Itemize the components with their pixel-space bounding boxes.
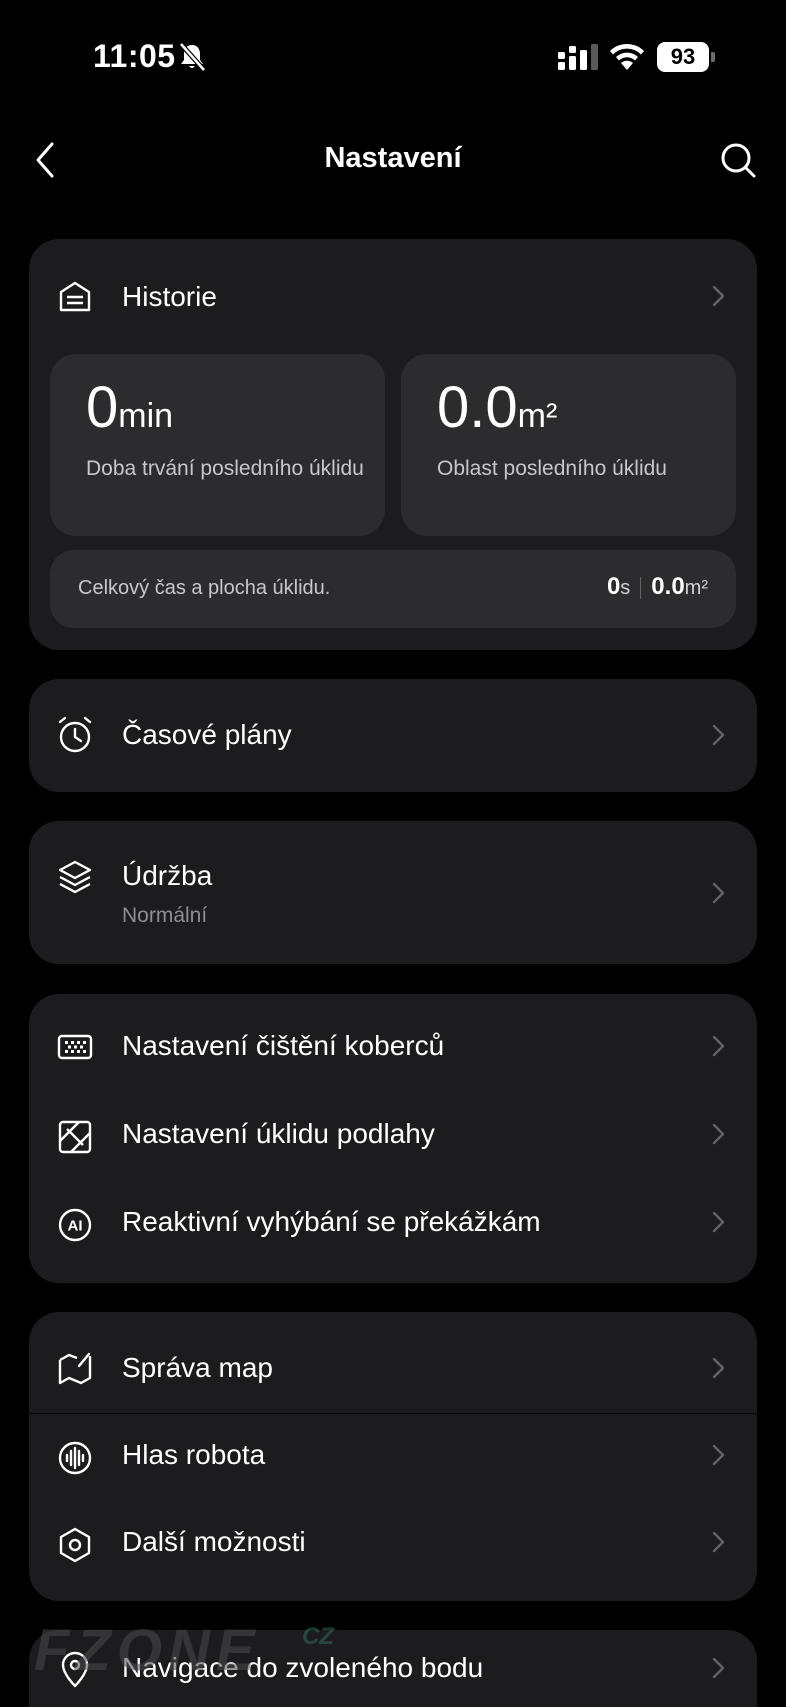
history-label: Historie bbox=[122, 281, 217, 312]
obstacle-avoidance-label: Reaktivní vyhýbání se překážkám bbox=[122, 1206, 541, 1237]
obstacle-avoidance-row[interactable]: AI Reaktivní vyhýbání se překážkám bbox=[29, 1182, 757, 1282]
chevron-right-icon bbox=[712, 1123, 725, 1145]
more-options-row[interactable]: Další možnosti bbox=[29, 1502, 757, 1601]
cellular-signal-icon bbox=[558, 44, 598, 70]
svg-text:CZ: CZ bbox=[302, 1623, 335, 1650]
last-area-box: 0.0m² Oblast posledního úklidu bbox=[401, 354, 736, 536]
schedules-card[interactable]: Časové plány bbox=[29, 679, 757, 792]
chevron-right-icon bbox=[712, 1035, 725, 1057]
robot-voice-label: Hlas robota bbox=[122, 1439, 266, 1470]
map-management-label: Správa map bbox=[122, 1352, 273, 1383]
schedules-label: Časové plány bbox=[122, 719, 292, 750]
more-options-label: Další možnosti bbox=[122, 1526, 306, 1557]
ai-icon: AI bbox=[58, 1208, 92, 1242]
status-time: 11:05 bbox=[93, 38, 176, 74]
robot-voice-row[interactable]: Hlas robota bbox=[29, 1414, 757, 1502]
chevron-right-icon bbox=[712, 1657, 725, 1679]
carpet-icon bbox=[57, 1034, 93, 1060]
floor-settings-row[interactable]: Nastavení úklidu podlahy bbox=[29, 1094, 757, 1182]
battery-level: 93 bbox=[657, 42, 709, 72]
chevron-right-icon bbox=[712, 1357, 725, 1379]
chevron-right-icon bbox=[712, 882, 725, 904]
cleaning-settings-card: Nastavení čištění koberců Nastavení úkli… bbox=[29, 994, 757, 1283]
bell-muted-icon bbox=[179, 42, 206, 72]
last-area-label: Oblast posledního úklidu bbox=[437, 457, 667, 480]
other-settings-card: Správa map Hlas robota Další možnosti bbox=[29, 1312, 757, 1601]
hexagon-icon bbox=[59, 1527, 91, 1563]
voice-icon bbox=[58, 1441, 92, 1475]
page-title: Nastavení bbox=[324, 142, 462, 174]
floor-icon bbox=[58, 1120, 92, 1154]
search-icon[interactable] bbox=[718, 140, 758, 180]
layers-icon bbox=[58, 860, 92, 894]
watermark-logo: FZONE CZ bbox=[34, 1618, 335, 1678]
chevron-right-icon bbox=[712, 1531, 725, 1553]
maintenance-card[interactable]: Údržba Normální bbox=[29, 821, 757, 964]
status-bar: 11:05 93 bbox=[0, 0, 786, 110]
chevron-right-icon bbox=[712, 1211, 725, 1233]
header: Nastavení bbox=[0, 120, 786, 200]
svg-text:FZONE: FZONE bbox=[34, 1618, 261, 1678]
carpet-settings-row[interactable]: Nastavení čištění koberců bbox=[29, 994, 757, 1094]
svg-text:AI: AI bbox=[68, 1218, 83, 1235]
floor-settings-label: Nastavení úklidu podlahy bbox=[122, 1118, 435, 1149]
total-label: Celkový čas a plocha úklidu. bbox=[78, 577, 331, 599]
total-summary: Celkový čas a plocha úklidu. 0s 0.0m² bbox=[50, 550, 736, 628]
last-duration-box: 0min Doba trvání posledního úklidu bbox=[50, 354, 385, 536]
history-icon bbox=[59, 281, 91, 312]
chevron-right-icon bbox=[712, 285, 725, 307]
map-icon bbox=[58, 1352, 92, 1385]
carpet-settings-label: Nastavení čištění koberců bbox=[122, 1030, 445, 1061]
alarm-clock-icon bbox=[58, 716, 92, 753]
chevron-right-icon bbox=[712, 1444, 725, 1466]
wifi-icon bbox=[610, 43, 644, 70]
map-management-row[interactable]: Správa map bbox=[29, 1312, 757, 1413]
last-duration-value: 0min bbox=[86, 375, 174, 440]
history-row[interactable]: Historie bbox=[29, 239, 757, 349]
last-area-value: 0.0m² bbox=[437, 375, 558, 440]
total-values: 0s 0.0m² bbox=[606, 573, 708, 600]
maintenance-label: Údržba bbox=[122, 860, 213, 891]
last-duration-label: Doba trvání posledního úklidu bbox=[86, 457, 364, 480]
battery-icon: 93 bbox=[657, 42, 715, 72]
maintenance-status: Normální bbox=[122, 904, 208, 927]
history-card: Historie 0min Doba trvání posledního úkl… bbox=[29, 239, 757, 650]
chevron-right-icon bbox=[712, 724, 725, 746]
